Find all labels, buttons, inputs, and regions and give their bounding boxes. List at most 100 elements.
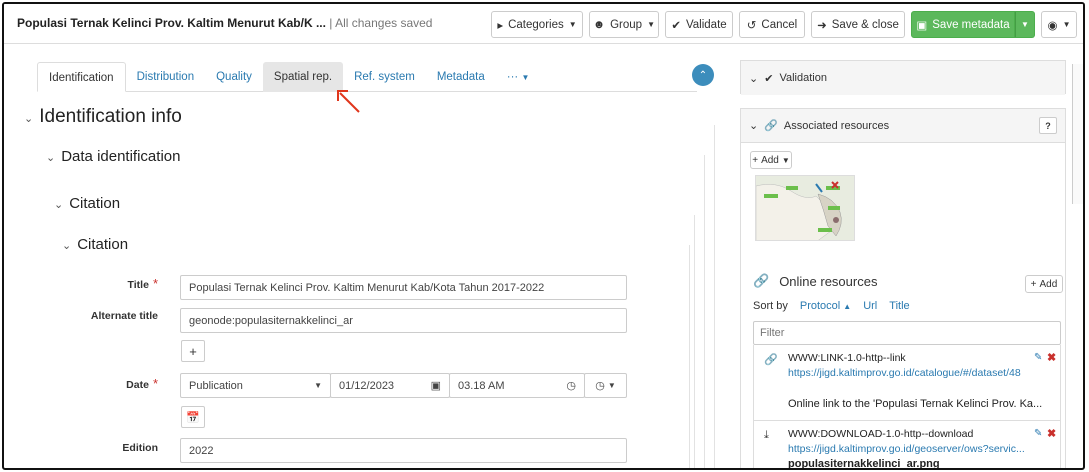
resource-item[interactable]: 🔗 WWW:LINK-1.0-http--link https://jigd.k…: [753, 345, 1061, 421]
chevron-down-icon: ⌄: [46, 152, 56, 164]
add-online-resource-button[interactable]: + Add: [1025, 275, 1063, 293]
identification-info-label: Identification info: [39, 106, 182, 127]
caret-down-icon: ▼: [314, 381, 322, 390]
validation-panel: ⌄ ✔ Validation: [740, 60, 1066, 95]
data-identification-label: Data identification: [61, 148, 181, 165]
required-marker: *: [152, 276, 158, 291]
caret-down-icon: ▼: [781, 155, 790, 165]
add-associated-label: Add: [761, 154, 779, 166]
sort-protocol-label: Protocol: [799, 300, 841, 312]
collapse-all-button[interactable]: ⌃: [692, 64, 714, 86]
pencil-icon[interactable]: ✎: [1034, 352, 1042, 363]
date-type-select[interactable]: Publication ▼: [180, 373, 331, 398]
caret-down-icon: ▼: [521, 73, 530, 82]
date-value: 01/12/2023: [339, 379, 395, 392]
citation-inner-heading[interactable]: ⌄ Citation: [62, 236, 128, 253]
tab-more[interactable]: ··· ▼: [496, 62, 541, 92]
section-border: [689, 245, 690, 468]
resource-url[interactable]: https://jigd.kaltimprov.go.id/geoserver/…: [788, 443, 1025, 455]
pencil-icon[interactable]: ✎: [1034, 428, 1042, 439]
sort-by-label: Sort by: [753, 300, 788, 312]
date-label-text: Date: [126, 379, 149, 391]
save-options-dropdown[interactable]: ▼: [1015, 11, 1035, 38]
sort-title-link[interactable]: Title: [889, 300, 909, 312]
add-alternate-title-button[interactable]: +: [181, 340, 205, 362]
cancel-button[interactable]: ↺ Cancel: [739, 11, 805, 38]
associated-resources-header[interactable]: ⌄ 🔗 Associated resources ?: [741, 109, 1065, 143]
data-identification-heading[interactable]: ⌄ Data identification: [46, 148, 180, 165]
validate-button[interactable]: ✔ Validate: [665, 11, 733, 38]
time-options-button[interactable]: ◷ ▼: [584, 373, 627, 398]
edition-input[interactable]: 2022: [180, 438, 627, 463]
citation-outer-heading[interactable]: ⌄ Citation: [54, 195, 120, 212]
tab-distribution[interactable]: Distribution: [126, 62, 206, 92]
sort-protocol-link[interactable]: Protocol ▲: [800, 300, 851, 312]
categories-label: Categories: [508, 18, 564, 31]
save-close-button[interactable]: ➜ Save & close: [811, 11, 905, 38]
map-thumbnail-graphic: [756, 176, 854, 240]
section-border: [714, 125, 715, 468]
group-button[interactable]: ☻ Group ▼: [589, 11, 659, 38]
chevron-down-icon: ⌄: [749, 72, 759, 85]
validation-label: Validation: [779, 72, 827, 84]
title-label-text: Title: [127, 279, 149, 291]
page-scrollbar[interactable]: [1072, 64, 1083, 204]
tag-icon: ▸: [497, 19, 504, 32]
chevron-down-icon: ⌄: [749, 120, 759, 132]
date-input[interactable]: 01/12/2023 ▣: [330, 373, 450, 398]
tab-identification[interactable]: Identification: [37, 62, 126, 92]
citation-inner-label: Citation: [77, 236, 129, 253]
required-marker: *: [152, 376, 158, 391]
title-input[interactable]: Populasi Ternak Kelinci Prov. Kaltim Men…: [180, 275, 627, 300]
resource-url[interactable]: https://jigd.kaltimprov.go.id/catalogue/…: [788, 367, 1021, 379]
calendar-icon: ▣: [430, 380, 441, 392]
time-value: 03.18 AM: [458, 379, 505, 392]
tab-metadata[interactable]: Metadata: [426, 62, 496, 92]
resource-description: populasiternakkelinci_ar.png: [788, 458, 940, 470]
calendar-add-button[interactable]: 📅: [181, 406, 205, 428]
validate-label: Validate: [685, 18, 727, 31]
caret-down-icon: ▼: [1021, 20, 1029, 29]
alternate-title-input[interactable]: geonode:populasiternakkelinci_ar: [180, 308, 627, 333]
tab-more-label: ···: [506, 71, 519, 83]
delete-icon[interactable]: ✖: [1047, 427, 1056, 440]
add-online-resource-label: Add: [1039, 278, 1058, 290]
plus-icon: +: [189, 343, 197, 359]
add-associated-button[interactable]: + Add ▼: [750, 151, 792, 169]
tab-quality[interactable]: Quality: [205, 62, 263, 92]
check-icon: ✔: [671, 19, 681, 32]
date-field-label: Date *: [38, 376, 158, 391]
map-thumbnail[interactable]: [755, 175, 855, 241]
clock-icon: ◷: [595, 380, 605, 392]
link-icon: 🔗: [753, 273, 770, 288]
sort-bar: Sort by Protocol ▲ Url Title: [753, 300, 910, 312]
tab-spatial-rep[interactable]: Spatial rep.: [262, 62, 344, 92]
undo-icon: ↺: [746, 19, 757, 32]
sign-out-icon: ➜: [817, 19, 827, 32]
edition-label: Edition: [122, 442, 158, 454]
caret-down-icon: ▼: [607, 381, 616, 390]
calendar-icon: 📅: [186, 411, 200, 424]
delete-icon[interactable]: ✖: [1047, 351, 1056, 364]
save-icon: ▣: [916, 19, 928, 32]
online-resources-label: Online resources: [779, 273, 878, 289]
save-status: | All changes saved: [329, 16, 433, 30]
resource-item[interactable]: ⤓ WWW:DOWNLOAD-1.0-http--download https:…: [753, 421, 1061, 470]
help-icon[interactable]: ?: [1039, 117, 1057, 134]
section-border: [694, 215, 695, 468]
validation-header[interactable]: ⌄ ✔ Validation: [741, 61, 1065, 95]
sort-url-link[interactable]: Url: [863, 300, 877, 312]
identification-info-heading[interactable]: ⌄ Identification info: [24, 106, 182, 128]
check-icon: ✔: [764, 72, 774, 85]
date-type-value: Publication: [189, 379, 243, 392]
view-mode-button[interactable]: ◉ ▼: [1041, 11, 1077, 38]
citation-outer-label: Citation: [69, 195, 121, 212]
chevron-down-icon: ⌄: [54, 199, 64, 211]
filter-input[interactable]: [753, 321, 1061, 345]
time-input[interactable]: 03.18 AM ◷: [449, 373, 585, 398]
save-metadata-button[interactable]: ▣ Save metadata: [911, 11, 1015, 38]
caret-down-icon: ▼: [568, 20, 577, 29]
categories-button[interactable]: ▸ Categories ▼: [491, 11, 583, 38]
top-toolbar: Populasi Ternak Kelinci Prov. Kaltim Men…: [4, 4, 1083, 44]
group-label: Group: [610, 18, 643, 31]
